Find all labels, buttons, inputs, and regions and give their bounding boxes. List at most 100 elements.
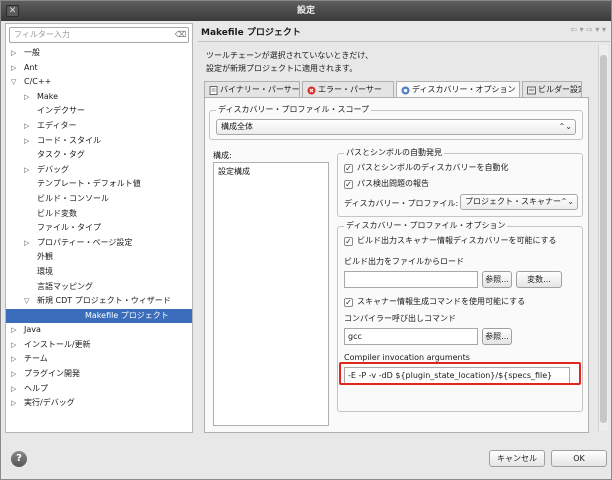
browse-compiler-button[interactable]: 参照... (482, 328, 512, 345)
cancel-button[interactable]: キャンセル (489, 450, 545, 467)
tree-item[interactable]: ▷ プロパティー・ページ設定 (6, 236, 192, 251)
preference-page: Makefile プロジェクト ⇦ ▾ ⇨ ▾ ▾ ツールチェーンが選択されてい… (198, 23, 610, 435)
build-output-file-field[interactable] (344, 271, 478, 288)
browse-button[interactable]: 参照... (482, 271, 512, 288)
history-nav-buttons[interactable]: ⇦ ▾ ⇨ ▾ ▾ (570, 25, 606, 34)
tree-item-label: Make (37, 91, 59, 101)
profile-label: ディスカバリー・プロファイル: (344, 199, 459, 208)
tree-item[interactable]: ビルド変数 (6, 207, 192, 222)
auto-discovery-checkbox[interactable]: ✓ パスとシンボルのディスカバリーを自動化 (344, 163, 508, 173)
tree-item[interactable]: ▷ プラグイン開発 (6, 367, 192, 382)
collapsed-arrow-icon[interactable]: ▷ (11, 367, 19, 382)
tree-item-label: タスク・タグ (37, 150, 85, 160)
close-window-button[interactable]: ✕ (6, 5, 19, 17)
scanner-command-checkbox[interactable]: ✓ スキャナー情報生成コマンドを使用可能にする (344, 297, 525, 307)
tree-item[interactable]: 言語マッピング (6, 280, 192, 295)
collapsed-arrow-icon[interactable]: ▷ (24, 119, 32, 134)
checkbox-checked-icon: ✓ (344, 180, 353, 189)
report-problems-checkbox[interactable]: ✓ パス検出問題の報告 (344, 179, 429, 189)
tree-item-label: Ant (24, 62, 38, 72)
preferences-tree: ▷ 一般 ▷ Ant ▽ C/C++ ▷ Make インデクサー ▷ エディター ▷ コード・スタイルタ… (6, 46, 192, 411)
collapsed-arrow-icon[interactable]: ▷ (24, 236, 32, 251)
tree-item[interactable]: ▷ Java (6, 323, 192, 338)
tree-item[interactable]: インデクサー (6, 104, 192, 119)
tree-item[interactable]: ▽ 新規 CDT プロジェクト・ウィザード (6, 294, 192, 309)
scrollbar-thumb[interactable] (600, 55, 607, 423)
tree-item[interactable]: ▷ チーム (6, 352, 192, 367)
discovery-icon (401, 85, 410, 95)
tree-item[interactable]: テンプレート・デフォルト値 (6, 177, 192, 192)
variables-button[interactable]: 変数... (516, 271, 562, 288)
profile-select[interactable]: プロジェクト・スキャナー ⌃⌄ (460, 194, 578, 210)
collapsed-arrow-icon[interactable]: ▷ (11, 352, 19, 367)
tree-item-label: 実行/デバッグ (24, 398, 75, 408)
page-scrollbar[interactable] (598, 45, 608, 431)
tree-item[interactable]: ▷ 実行/デバッグ (6, 396, 192, 411)
tab-builder-settings[interactable]: ビルダー設定 (522, 81, 582, 97)
tab-label: ビルダー設定 (538, 85, 582, 94)
scope-select[interactable]: 構成全体 ⌃⌄ (216, 119, 576, 135)
description-line-1: ツールチェーンが選択されていないときだけ、 (206, 51, 373, 60)
collapsed-arrow-icon[interactable]: ▷ (11, 382, 19, 397)
collapsed-arrow-icon[interactable]: ▷ (11, 61, 19, 76)
checkbox-checked-icon: ✓ (344, 164, 353, 173)
collapsed-arrow-icon[interactable]: ▷ (11, 323, 19, 338)
tab-discovery-options[interactable]: ディスカバリー・オプション (396, 81, 520, 98)
tree-item[interactable]: 環境 (6, 265, 192, 280)
collapsed-arrow-icon[interactable]: ▷ (11, 338, 19, 353)
tree-item[interactable]: ▷ Make (6, 90, 192, 105)
config-list[interactable]: 設定構成 (213, 162, 329, 426)
collapsed-arrow-icon[interactable]: ▷ (24, 134, 32, 149)
tree-item[interactable]: ▷ エディター (6, 119, 192, 134)
title-bar: ✕ 設定 (1, 1, 611, 21)
tree-item[interactable]: ▷ デバッグ (6, 163, 192, 178)
tab-label: ディスカバリー・オプション (412, 85, 516, 94)
tree-item[interactable]: ▷ コード・スタイル (6, 134, 192, 149)
tree-item[interactable]: ビルド・コンソール (6, 192, 192, 207)
ok-button[interactable]: OK (551, 450, 607, 467)
tree-item-label: Java (24, 325, 41, 335)
scope-group-title: ディスカバリー・プロファイル・スコープ (216, 105, 371, 115)
tree-item-label: ビルド・コンソール (37, 193, 109, 203)
tree-item[interactable]: ▷ ヘルプ (6, 382, 192, 397)
auto-discovery-group: パスとシンボルの自動発見 ✓ パスとシンボルのディスカバリーを自動化 ✓ パス検出問… (337, 148, 583, 217)
tree-item[interactable]: ▷ 一般 (6, 46, 192, 61)
profile-value: プロジェクト・スキャナー (465, 197, 561, 206)
tree-item[interactable]: タスク・タグ (6, 148, 192, 163)
tree-item[interactable]: ▷ インストール/更新 (6, 338, 192, 353)
window-title: 設定 (296, 6, 315, 16)
description-line-2: 設定が新規プロジェクトに適用されます。 (206, 64, 358, 73)
config-list-item[interactable]: 設定構成 (214, 163, 328, 180)
collapsed-arrow-icon[interactable]: ▷ (11, 396, 19, 411)
help-icon[interactable]: ? (11, 451, 27, 467)
expanded-arrow-icon[interactable]: ▽ (24, 294, 32, 309)
compiler-command-label: コンパイラー呼び出しコマンド (344, 314, 456, 323)
tree-item[interactable]: 外観 (6, 250, 192, 265)
collapsed-arrow-icon[interactable]: ▷ (24, 90, 32, 105)
tree-item-label: テンプレート・デフォルト値 (37, 179, 141, 189)
tree-item[interactable]: ファイル・タイプ (6, 221, 192, 236)
tree-item[interactable]: ▽ C/C++ (6, 75, 192, 90)
page-description: ツールチェーンが選択されていないときだけ、 設定が新規プロジェクトに適用されます… (206, 49, 586, 75)
clear-filter-icon[interactable]: ⌫ (175, 30, 186, 40)
collapsed-arrow-icon[interactable]: ▷ (24, 163, 32, 178)
filter-input[interactable]: フィルター入力 ⌫ (9, 27, 189, 43)
collapsed-arrow-icon[interactable]: ▷ (11, 46, 19, 61)
updown-chevron-icon: ⌃⌄ (560, 197, 574, 206)
tab-binary-parser[interactable]: バイナリー・パーサー (204, 81, 300, 97)
filter-placeholder: フィルター入力 (14, 30, 70, 39)
expanded-arrow-icon[interactable]: ▽ (11, 75, 19, 90)
tab-label: バイナリー・パーサー (220, 85, 300, 94)
tree-item[interactable]: ▷ Ant (6, 61, 192, 76)
tree-item-label: チーム (24, 354, 48, 364)
updown-chevron-icon: ⌃⌄ (558, 122, 572, 131)
tree-item-label: 一般 (24, 48, 40, 57)
builder-icon (527, 85, 536, 95)
tree-item-label: Makefile プロジェクト (85, 310, 169, 320)
tree-item[interactable]: Makefile プロジェクト (6, 308, 192, 324)
tree-item-label: 環境 (37, 266, 53, 276)
compiler-command-field[interactable]: gcc (344, 328, 478, 345)
tab-error-parser[interactable]: エラー・パーサー (302, 81, 394, 97)
page-title: Makefile プロジェクト (201, 28, 301, 38)
build-output-checkbox[interactable]: ✓ ビルド出力スキャナー情報ディスカバリーを可能にする (344, 236, 557, 246)
